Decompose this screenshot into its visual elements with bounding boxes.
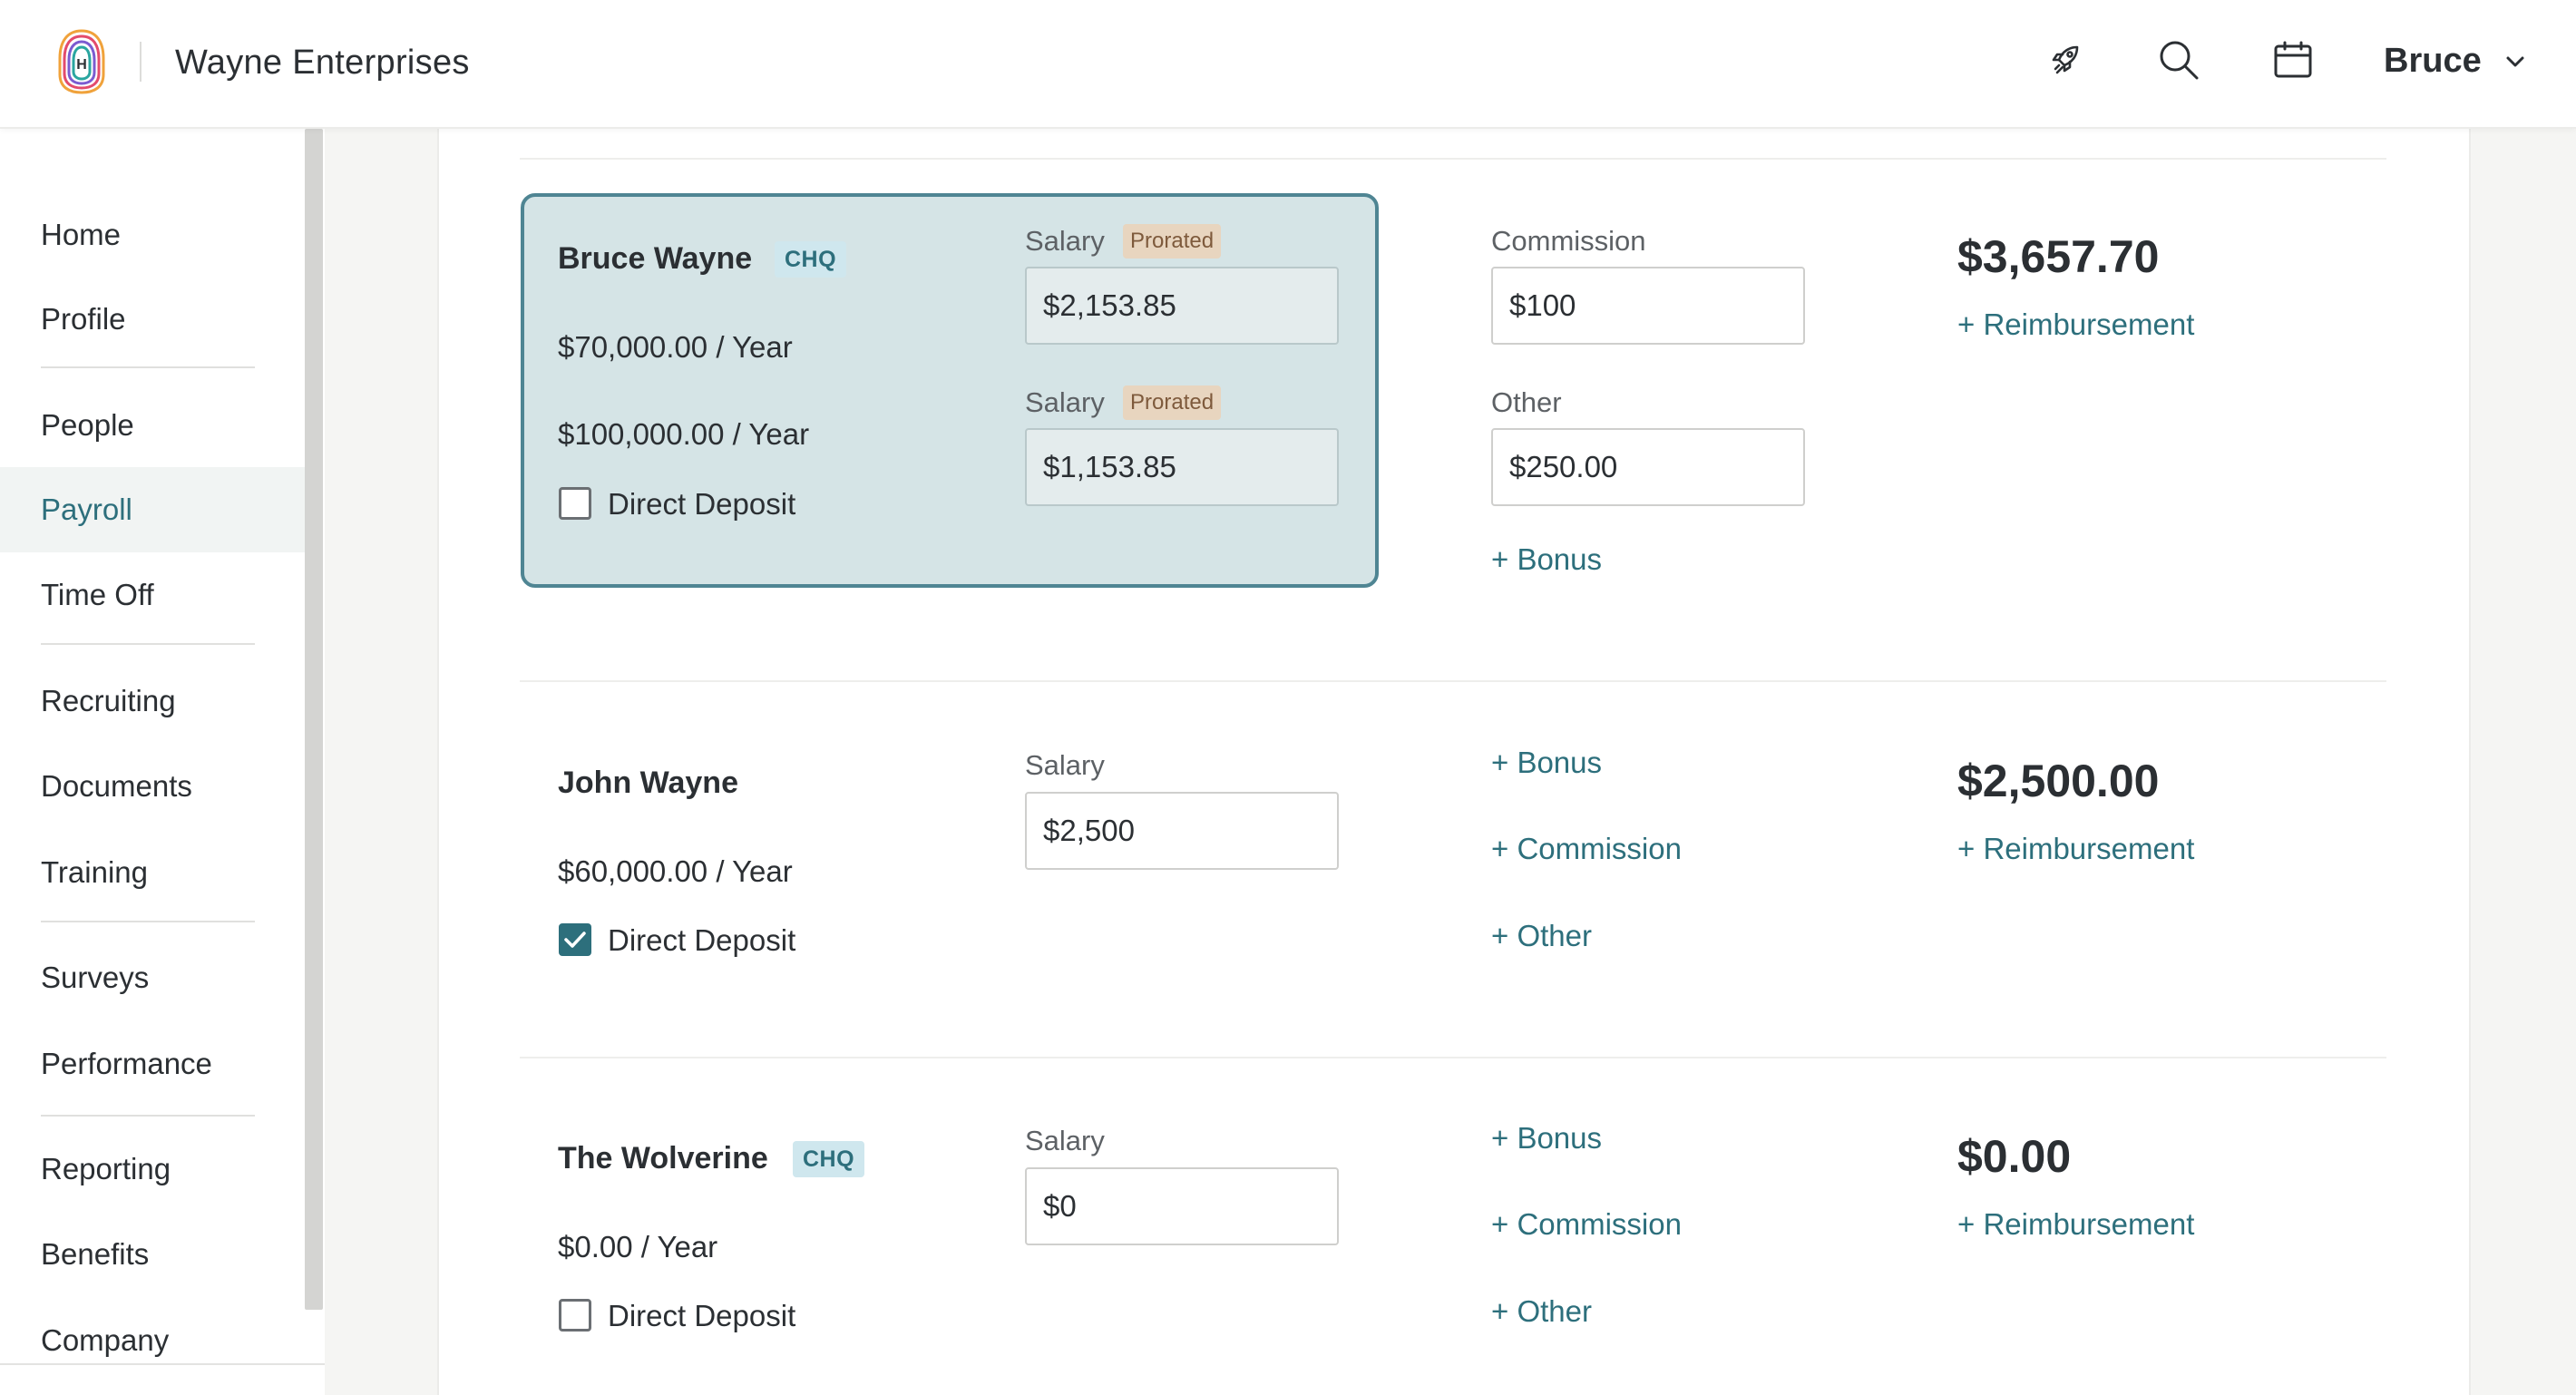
employee-name: John Wayne	[558, 766, 738, 800]
row-divider	[520, 680, 2386, 682]
sidebar: Home Profile People Payroll Time Off Rec…	[0, 129, 325, 1395]
sidebar-item-home[interactable]: Home	[0, 192, 305, 278]
sidebar-item-people[interactable]: People	[0, 383, 305, 468]
employee-total: $2,500.00	[1957, 756, 2160, 806]
add-commission-link[interactable]: + Commission	[1491, 832, 1682, 866]
company-name[interactable]: Wayne Enterprises	[175, 44, 470, 83]
checkmark-icon	[564, 932, 586, 948]
salary-label: Salary	[1025, 386, 1105, 418]
add-bonus-link[interactable]: + Bonus	[1491, 542, 1602, 577]
sidebar-item-surveys[interactable]: Surveys	[0, 935, 305, 1020]
logo-letter: H	[76, 57, 87, 73]
sidebar-item-time-off[interactable]: Time Off	[0, 552, 305, 638]
add-reimbursement-link[interactable]: + Reimbursement	[1957, 832, 2194, 866]
nav-divider	[41, 921, 255, 922]
add-reimbursement-link[interactable]: + Reimbursement	[1957, 1207, 2194, 1242]
prorated-badge: Prorated	[1123, 224, 1222, 259]
direct-deposit-checkbox[interactable]	[559, 1299, 591, 1332]
sidebar-item-documents[interactable]: Documents	[0, 744, 305, 829]
sidebar-item-payroll[interactable]: Payroll	[0, 467, 305, 552]
sidebar-item-performance[interactable]: Performance	[0, 1021, 305, 1107]
nav-divider	[41, 366, 255, 368]
chq-badge: CHQ	[775, 241, 847, 278]
employee-rate: $60,000.00 / Year	[558, 854, 793, 888]
employee-rate: $70,000.00 / Year	[558, 330, 793, 364]
employee-total: $0.00	[1957, 1131, 2072, 1182]
commission-input[interactable]	[1491, 267, 1805, 345]
commission-label: Commission	[1491, 225, 1646, 257]
sidebar-item-benefits[interactable]: Benefits	[0, 1212, 305, 1297]
sidebar-item-reporting[interactable]: Reporting	[0, 1127, 305, 1212]
salary-label: Salary	[1025, 749, 1105, 781]
row-divider	[520, 1057, 2386, 1058]
salary-input[interactable]	[1025, 428, 1339, 506]
sidebar-item-training[interactable]: Training	[0, 830, 305, 915]
calendar-icon[interactable]	[2269, 36, 2317, 83]
salary-input[interactable]	[1025, 792, 1339, 870]
top-bar: H Wayne Enterprises Bruce	[0, 0, 2576, 129]
nav-divider	[41, 643, 255, 645]
add-commission-link[interactable]: + Commission	[1491, 1207, 1682, 1242]
direct-deposit-label: Direct Deposit	[608, 487, 796, 521]
company-logo[interactable]: H	[56, 27, 107, 96]
other-input[interactable]	[1491, 428, 1805, 506]
sidebar-scrollbar[interactable]	[305, 129, 323, 1310]
add-other-link[interactable]: + Other	[1491, 919, 1592, 953]
salary-label: Salary	[1025, 1125, 1105, 1156]
employee-total: $3,657.70	[1957, 231, 2160, 282]
employee-name: The Wolverine	[558, 1141, 768, 1176]
chq-badge: CHQ	[793, 1141, 865, 1177]
add-other-link[interactable]: + Other	[1491, 1294, 1592, 1329]
other-label: Other	[1491, 386, 1562, 418]
sidebar-item-profile[interactable]: Profile	[0, 277, 305, 362]
user-name: Bruce	[2384, 42, 2482, 80]
direct-deposit-label: Direct Deposit	[608, 923, 796, 957]
direct-deposit-checkbox[interactable]	[559, 923, 591, 956]
salary-label: Salary	[1025, 225, 1105, 257]
salary-input[interactable]	[1025, 267, 1339, 345]
employee-rate: $100,000.00 / Year	[558, 417, 810, 451]
employee-rate: $0.00 / Year	[558, 1230, 718, 1263]
user-menu[interactable]: Bruce	[2384, 42, 2525, 81]
prorated-badge: Prorated	[1123, 385, 1222, 420]
sidebar-bottom-divider	[0, 1363, 325, 1365]
add-bonus-link[interactable]: + Bonus	[1491, 1121, 1602, 1156]
row-divider	[520, 158, 2386, 160]
direct-deposit-label: Direct Deposit	[608, 1299, 796, 1332]
nav-divider	[41, 1115, 255, 1117]
sidebar-item-recruiting[interactable]: Recruiting	[0, 658, 305, 744]
sidebar-item-company[interactable]: Company	[0, 1298, 305, 1383]
direct-deposit-checkbox[interactable]	[559, 487, 591, 520]
employee-name: Bruce Wayne	[558, 241, 753, 276]
rocket-icon[interactable]	[2041, 36, 2088, 83]
salary-input[interactable]	[1025, 1167, 1339, 1245]
search-icon[interactable]	[2155, 36, 2202, 83]
add-bonus-link[interactable]: + Bonus	[1491, 746, 1602, 780]
add-reimbursement-link[interactable]: + Reimbursement	[1957, 307, 2194, 342]
logo-divider	[140, 42, 141, 82]
chevron-down-icon	[2506, 56, 2524, 66]
